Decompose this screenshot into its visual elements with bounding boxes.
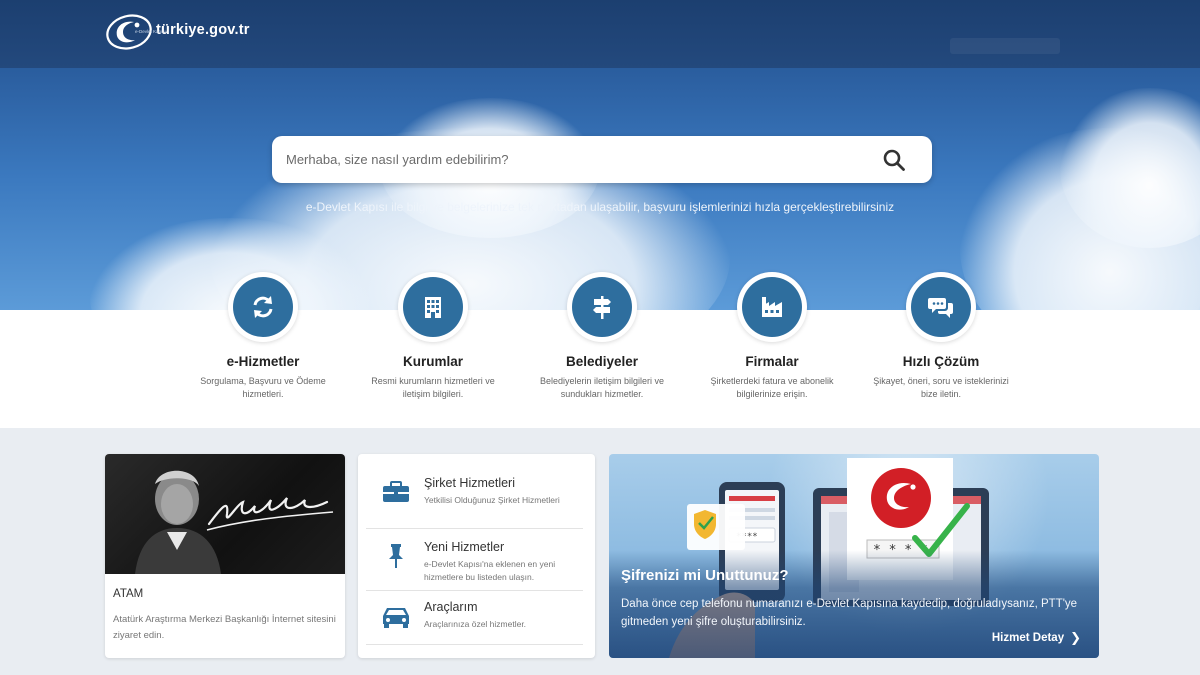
category-title: Firmalar bbox=[745, 354, 799, 369]
building-icon bbox=[425, 297, 441, 318]
hero-subtitle: e-Devlet Kapısı ile bilgi ve belgelerini… bbox=[305, 200, 895, 214]
promo-desc: Daha önce cep telefonu numaranızı e-Devl… bbox=[621, 598, 1078, 628]
service-desc: e-Devlet Kapısı'na eklenen en yeni hizme… bbox=[424, 559, 556, 582]
divider bbox=[366, 644, 583, 645]
category-desc: Belediyelerin iletişim bilgileri ve sund… bbox=[539, 376, 665, 399]
chevron-right-icon: ❯ bbox=[1070, 630, 1081, 645]
atam-title: ATAM bbox=[113, 588, 144, 600]
category-icon-circle bbox=[737, 272, 807, 342]
category-title: Hızlı Çözüm bbox=[902, 354, 980, 369]
ataturk-portrait-image bbox=[135, 470, 334, 574]
service-desc: Yetkilisi Olduğunuz Şirket Hizmetleri bbox=[424, 495, 560, 505]
category-icon-circle bbox=[398, 272, 468, 342]
category-icon-circle bbox=[567, 272, 637, 342]
divider bbox=[366, 528, 583, 529]
divider bbox=[366, 590, 583, 591]
top-header: türkiye.gov.tr e-Devlet Kapısı bbox=[0, 0, 1200, 68]
atam-desc: Atatürk Araştırma Merkezi Başkanlığı İnt… bbox=[113, 614, 336, 641]
header-placeholder bbox=[950, 38, 1060, 54]
forgot-password-banner[interactable]: **** * * * * Şifrenizi mi Unuttunuz? Dah… bbox=[609, 454, 1099, 658]
atam-card[interactable]: ATAM Atatürk Araştırma Merkezi Başkanlığ… bbox=[105, 454, 345, 658]
category-belediyeler[interactable]: Belediyeler Belediyelerin iletişim bilgi… bbox=[512, 272, 692, 401]
category-firmalar[interactable]: Firmalar Şirketlerdeki fatura ve aboneli… bbox=[682, 272, 862, 401]
category-icon-circle bbox=[906, 272, 976, 342]
category-desc: Şikayet, öneri, soru ve isteklerinizi bi… bbox=[873, 376, 1009, 399]
edevlet-red-logo bbox=[871, 468, 931, 528]
category-desc: Sorgulama, Başvuru ve Ödeme hizmetleri. bbox=[200, 376, 326, 399]
service-detail-label: Hizmet Detay bbox=[991, 632, 1065, 644]
signpost-icon bbox=[593, 296, 611, 319]
category-e-hizmetler[interactable]: e-Hizmetler Sorgulama, Başvuru ve Ödeme … bbox=[173, 272, 353, 401]
search-bar bbox=[272, 136, 932, 183]
service-title: Araçlarım bbox=[424, 600, 478, 614]
ataturk-photo bbox=[105, 454, 345, 574]
refresh-icon bbox=[253, 296, 273, 318]
factory-icon bbox=[762, 297, 782, 317]
service-detail-link[interactable]: Hizmet Detay ❯ bbox=[992, 630, 1081, 646]
service-title: Yeni Hizmetler bbox=[424, 540, 505, 554]
search-icon[interactable] bbox=[882, 148, 906, 172]
pin-icon bbox=[389, 544, 403, 568]
promo-title: Şifrenizi mi Unuttunuz? bbox=[621, 567, 789, 584]
category-title: Kurumlar bbox=[402, 354, 463, 369]
category-desc: Şirketlerdeki fatura ve abonelik bilgile… bbox=[710, 376, 834, 399]
site-logo[interactable]: türkiye.gov.tr bbox=[103, 10, 250, 54]
search-input[interactable] bbox=[286, 136, 846, 183]
category-title: Belediyeler bbox=[565, 354, 639, 369]
service-title: Şirket Hizmetleri bbox=[424, 476, 515, 490]
category-icon-circle bbox=[228, 272, 298, 342]
category-title: e-Hizmetler bbox=[226, 354, 300, 369]
category-hizli-cozum[interactable]: Hızlı Çözüm Şikayet, öneri, soru ve iste… bbox=[851, 272, 1031, 401]
category-desc: Resmi kurumların hizmetleri ve iletişim … bbox=[371, 376, 495, 399]
service-desc: Araçlarınıza özel hizmetler. bbox=[424, 619, 527, 629]
logo-text: türkiye.gov.tr bbox=[156, 22, 250, 38]
car-icon bbox=[383, 608, 409, 628]
services-card: Şirket Hizmetleri Yetkilisi Olduğunuz Şi… bbox=[358, 454, 595, 658]
logo-tagline: e-Devlet Kapısı bbox=[135, 29, 166, 34]
category-kurumlar[interactable]: Kurumlar Resmi kurumların hizmetleri ve … bbox=[343, 272, 523, 401]
briefcase-icon bbox=[383, 481, 409, 502]
chat-icon bbox=[928, 298, 953, 318]
